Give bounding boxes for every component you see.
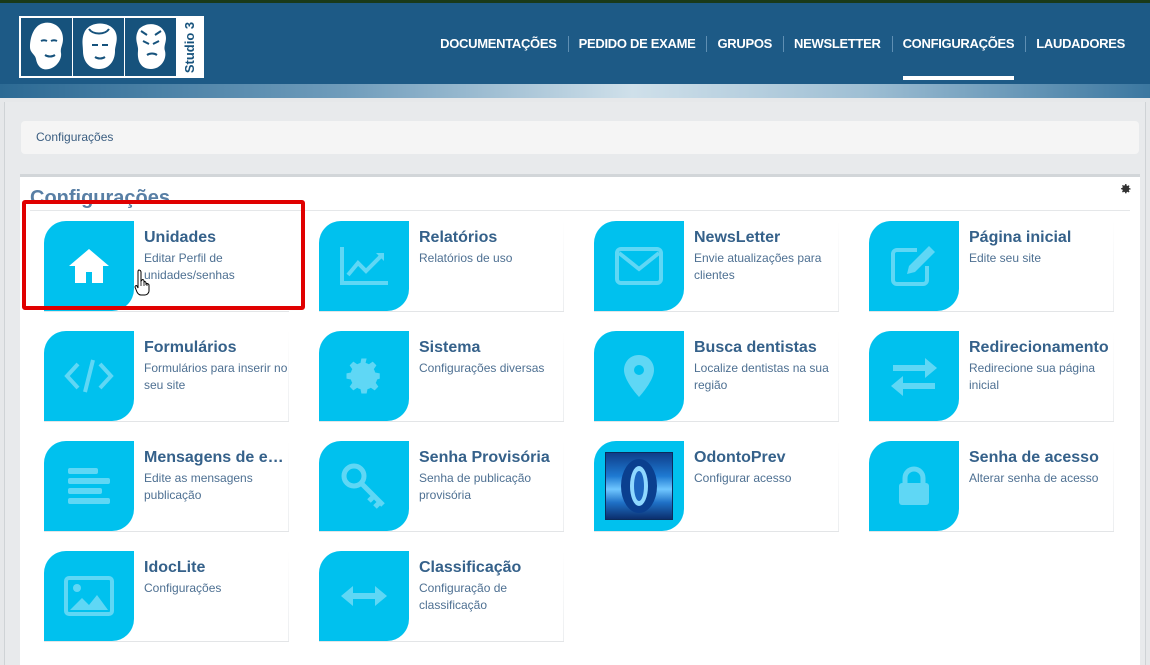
logo-face-3 (125, 18, 177, 76)
card-tile (319, 331, 409, 421)
exchange-icon (891, 358, 937, 396)
card-description: Envie atualizações para clientes (694, 251, 822, 282)
nav-grupos[interactable]: GRUPOS (706, 33, 783, 57)
main-nav: DOCUMENTAÇÕES PEDIDO DE EXAME GRUPOS NEW… (429, 33, 1136, 80)
card-title: Sistema (419, 339, 481, 356)
logo-text: Studio 3 (177, 18, 202, 76)
card-title: Unidades (144, 229, 217, 246)
card-title: Busca dentistas (694, 339, 817, 356)
card-tile (869, 331, 959, 421)
card-pagina-inicial[interactable]: Página inicial Edite seu site (869, 221, 1114, 312)
card-title: OdontoPrev (694, 449, 786, 466)
hand-cursor-icon (134, 269, 150, 296)
nav-pedido-de-exame[interactable]: PEDIDO DE EXAME (567, 33, 707, 57)
card-description: Configurar acesso (694, 471, 792, 485)
nav-configuracoes[interactable]: CONFIGURAÇÕES (891, 33, 1026, 80)
home-icon (69, 249, 109, 283)
card-description: Localize dentistas na sua região (694, 361, 829, 392)
image-icon (64, 576, 114, 616)
card-title: Classificação (419, 559, 522, 576)
card-tile (594, 221, 684, 311)
card-senha-de-acesso[interactable]: Senha de acesso Alterar senha de acesso (869, 441, 1114, 532)
envelope-icon (615, 247, 663, 285)
card-idoclite[interactable]: IdocLite Configurações (44, 551, 289, 642)
card-description: Redirecione sua página inicial (969, 361, 1096, 392)
card-title: NewsLetter (694, 229, 781, 246)
panel-divider (30, 210, 1130, 211)
card-formularios[interactable]: Formulários Formulários para inserir no … (44, 331, 289, 422)
arrows-horizontal-icon (341, 586, 387, 606)
brand-logo[interactable]: Studio 3 (19, 16, 204, 78)
card-title: Senha Provisória (419, 449, 550, 466)
card-redirecionamento[interactable]: Redirecionamento Redirecione sua página … (869, 331, 1114, 422)
card-sistema[interactable]: Sistema Configurações diversas (319, 331, 564, 422)
code-icon (64, 359, 114, 393)
header-gradient-strip (0, 84, 1150, 98)
card-busca-dentistas[interactable]: Busca dentistas Localize dentistas na su… (594, 331, 839, 422)
card-title: Senha de acesso (969, 449, 1099, 466)
card-description: Configurações (144, 581, 222, 595)
card-description: Edite seu site (969, 251, 1042, 265)
top-navbar: Studio 3 DOCUMENTAÇÕES PEDIDO DE EXAME G… (0, 0, 1150, 90)
settings-panel: Configurações Unidades Editar Perfil de … (20, 174, 1140, 665)
key-icon (341, 463, 385, 509)
card-tile (869, 221, 959, 311)
card-title: Relatórios (419, 229, 498, 246)
map-pin-icon (624, 355, 654, 397)
lock-icon (899, 466, 929, 505)
card-tile (44, 441, 134, 531)
gear-icon (346, 358, 380, 394)
card-title: Formulários (144, 339, 237, 356)
nav-documentacoes[interactable]: DOCUMENTAÇÕES (429, 33, 567, 57)
logo-face-2 (73, 18, 125, 76)
odontoprev-logo (605, 452, 673, 520)
card-unidades[interactable]: Unidades Editar Perfil de unidades/senha… (44, 221, 289, 312)
card-tile (319, 441, 409, 531)
card-description: Editar Perfil de unidades/senhas (144, 251, 235, 282)
card-description: Relatórios de uso (419, 251, 513, 265)
breadcrumb: Configurações (21, 121, 1139, 154)
card-description: Configuração de classificação (419, 581, 508, 612)
card-description: Senha de publicação provisória (419, 471, 532, 502)
card-title: Redirecionamento (969, 339, 1109, 356)
card-classificacao[interactable]: Classificação Configuração de classifica… (319, 551, 564, 642)
list-lines-icon (68, 468, 110, 504)
card-tile (594, 331, 684, 421)
card-senha-provisoria[interactable]: Senha Provisória Senha de publicação pro… (319, 441, 564, 532)
card-title: IdocLite (144, 559, 206, 576)
card-description: Alterar senha de acesso (969, 471, 1099, 485)
gear-icon[interactable] (1120, 183, 1132, 195)
card-tile (44, 551, 134, 641)
nav-laudadores[interactable]: LAUDADORES (1025, 33, 1136, 57)
card-tile (319, 221, 409, 311)
card-relatorios[interactable]: Relatórios Relatórios de uso (319, 221, 564, 312)
card-description: Configurações diversas (419, 361, 545, 375)
card-title: Mensagens de e… (144, 449, 284, 466)
card-description: Edite as mensagens publicação (144, 471, 253, 502)
card-tile (869, 441, 959, 531)
card-newsletter[interactable]: NewsLetter Envie atualizações para clien… (594, 221, 839, 312)
breadcrumb-current[interactable]: Configurações (36, 130, 113, 144)
card-description: Formulários para inserir no seu site (144, 361, 288, 392)
card-tile (319, 551, 409, 641)
card-tile (44, 221, 134, 311)
edit-icon (891, 246, 935, 286)
card-mensagens[interactable]: Mensagens de e… Edite as mensagens publi… (44, 441, 289, 532)
page-content: Configurações Configurações Unidades Edi… (4, 102, 1146, 665)
card-tile (594, 441, 684, 531)
nav-newsletter[interactable]: NEWSLETTER (783, 33, 892, 57)
logo-face-1 (21, 18, 73, 76)
page-title: Configurações (30, 187, 171, 209)
card-title: Página inicial (969, 229, 1072, 246)
chart-line-icon (340, 247, 388, 285)
card-odontoprev[interactable]: OdontoPrev Configurar acesso (594, 441, 839, 532)
card-tile (44, 331, 134, 421)
